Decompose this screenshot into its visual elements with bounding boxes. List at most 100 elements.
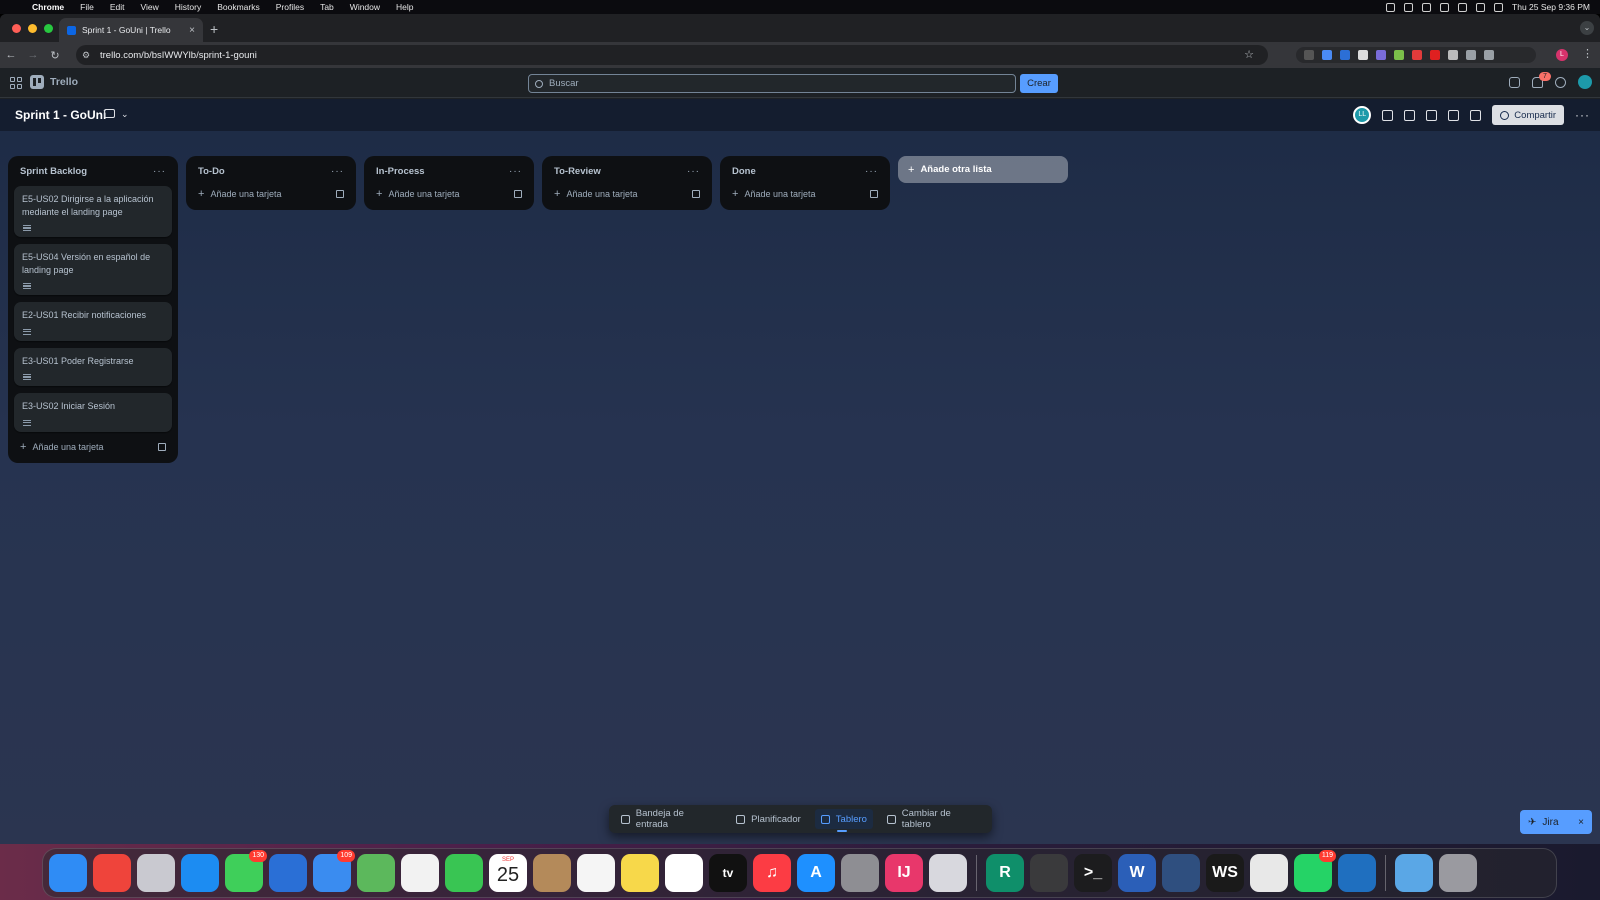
dock-mysql-workbench-icon[interactable] xyxy=(1162,854,1200,892)
dock-calculator-icon[interactable] xyxy=(1030,854,1068,892)
board-tab[interactable]: Tablero xyxy=(814,809,873,832)
dock-anydesk-icon[interactable] xyxy=(93,854,131,892)
visibility-lock-icon[interactable] xyxy=(1470,109,1482,121)
pdf-extension-icon[interactable] xyxy=(1430,50,1440,60)
dock-vscode-icon[interactable] xyxy=(1338,854,1376,892)
status-icon[interactable] xyxy=(1386,2,1396,12)
new-tab-button[interactable]: + xyxy=(210,21,218,37)
list-title[interactable]: To-Do xyxy=(198,166,225,177)
inbox-tab[interactable]: Bandeja de entrada xyxy=(615,808,722,830)
list-title[interactable]: To-Review xyxy=(554,166,601,177)
forward-button[interactable]: → xyxy=(22,49,44,61)
list-menu-icon[interactable]: ··· xyxy=(153,166,166,177)
extension-icon[interactable] xyxy=(1358,50,1368,60)
close-icon[interactable]: × xyxy=(1578,817,1584,828)
card[interactable]: E3-US02 Iniciar Sesión xyxy=(14,393,172,432)
card[interactable]: E2-US01 Recibir notificaciones xyxy=(14,302,172,341)
site-info-icon[interactable]: ⚙ xyxy=(82,50,92,60)
share-button[interactable]: Compartir xyxy=(1492,105,1564,125)
dock-whatsapp-icon[interactable]: 119 xyxy=(1294,850,1336,892)
add-card-button[interactable]: + Añade una tarjeta xyxy=(726,186,884,202)
dock-notes-icon[interactable] xyxy=(621,854,659,892)
maximize-window-button[interactable] xyxy=(44,24,53,33)
dock-mail-icon[interactable]: 109 xyxy=(313,850,355,892)
menu-bookmarks[interactable]: Bookmarks xyxy=(217,2,260,12)
url-text[interactable]: trello.com/b/bsIWWYlb/sprint-1-gouni xyxy=(100,50,257,61)
add-card-button[interactable]: + Añade una tarjeta xyxy=(192,186,350,202)
card[interactable]: E5-US02 Dirigirse a la aplicación median… xyxy=(14,186,172,237)
create-button[interactable]: Crear xyxy=(1020,74,1058,93)
list-title[interactable]: Done xyxy=(732,166,756,177)
dock-app-store-icon[interactable]: A xyxy=(797,854,835,892)
menu-view[interactable]: View xyxy=(140,2,158,12)
menu-help[interactable]: Help xyxy=(396,2,413,12)
app-switcher-icon[interactable] xyxy=(10,77,22,89)
extensions-puzzle-icon[interactable] xyxy=(1484,50,1494,60)
dock-contacts-icon[interactable] xyxy=(533,854,571,892)
tab-search-button[interactable]: ⌄ xyxy=(1580,21,1594,35)
filter-icon[interactable] xyxy=(1426,109,1438,121)
dock-system-settings-icon[interactable] xyxy=(841,854,879,892)
dock-safari-icon[interactable] xyxy=(181,854,219,892)
account-avatar[interactable] xyxy=(1578,75,1592,89)
control-center-icon[interactable] xyxy=(1494,2,1504,12)
dock-photos-icon[interactable] xyxy=(401,854,439,892)
dock-launchpad-icon[interactable] xyxy=(137,854,175,892)
dock-finder-icon[interactable] xyxy=(49,854,87,892)
extension-icon[interactable] xyxy=(1340,50,1350,60)
dock-music-icon[interactable]: ♫ xyxy=(753,854,791,892)
close-tab-icon[interactable]: × xyxy=(189,25,195,36)
automation-icon[interactable] xyxy=(1404,109,1416,121)
dock-xcode-tools-icon[interactable] xyxy=(269,854,307,892)
dock-facetime-icon[interactable] xyxy=(445,854,483,892)
dock-apple-tv-icon[interactable]: tv xyxy=(709,854,747,892)
wifi-icon[interactable] xyxy=(1458,2,1468,12)
dock-calendar-icon[interactable]: SEP 25 xyxy=(489,854,527,892)
dock-downloads-folder-icon[interactable] xyxy=(1395,854,1433,892)
notifications-bell-icon[interactable]: 7 xyxy=(1532,71,1551,88)
list-title[interactable]: In-Process xyxy=(376,166,425,177)
volume-icon[interactable] xyxy=(1440,2,1450,12)
address-bar[interactable]: ⚙ trello.com/b/bsIWWYlb/sprint-1-gouni ☆ xyxy=(76,45,1268,65)
add-card-button[interactable]: + Añade una tarjeta xyxy=(14,439,172,455)
planner-tab[interactable]: Planificador xyxy=(730,809,807,829)
translate-extension-icon[interactable] xyxy=(1322,50,1332,60)
board-title[interactable]: Sprint 1 - GoUni xyxy=(15,108,106,122)
card[interactable]: E3-US01 Poder Registrarse xyxy=(14,347,172,386)
spotlight-icon[interactable] xyxy=(1476,2,1486,12)
add-list-button[interactable]: + Añade otra lista xyxy=(898,156,1068,183)
card-template-icon[interactable] xyxy=(158,442,166,451)
extension-icon[interactable] xyxy=(1412,50,1422,60)
list-menu-icon[interactable]: ··· xyxy=(687,166,700,177)
menu-window[interactable]: Window xyxy=(350,2,380,12)
extension-icon[interactable] xyxy=(1448,50,1458,60)
card-template-icon[interactable] xyxy=(870,190,878,198)
reload-button[interactable]: ↻ xyxy=(44,49,66,62)
menu-profiles[interactable]: Profiles xyxy=(276,2,304,12)
add-card-button[interactable]: + Añade una tarjeta xyxy=(370,186,528,202)
add-card-button[interactable]: + Añade una tarjeta xyxy=(548,186,706,202)
extension-icon[interactable] xyxy=(1376,50,1386,60)
bookmark-star-icon[interactable]: ☆ xyxy=(1244,48,1254,61)
minimize-window-button[interactable] xyxy=(28,24,37,33)
board-view-switcher[interactable]: ⌄ xyxy=(104,109,129,120)
card-template-icon[interactable] xyxy=(692,190,700,198)
dock-chrome-icon[interactable] xyxy=(1250,854,1288,892)
card-template-icon[interactable] xyxy=(336,190,344,198)
menu-history[interactable]: History xyxy=(175,2,201,12)
dock-word-icon[interactable]: W xyxy=(1118,854,1156,892)
power-ups-icon[interactable] xyxy=(1382,109,1394,121)
extension-icon[interactable] xyxy=(1394,50,1404,60)
menu-chrome[interactable]: Chrome xyxy=(32,2,64,12)
star-icon[interactable] xyxy=(1448,109,1460,121)
dock-rider-icon[interactable]: R xyxy=(986,854,1024,892)
back-button[interactable]: ← xyxy=(0,49,22,61)
switch-board-tab[interactable]: Cambiar de tablero xyxy=(881,808,986,830)
extension-icon[interactable] xyxy=(1466,50,1476,60)
close-window-button[interactable] xyxy=(12,24,21,33)
trello-logo[interactable]: Trello xyxy=(30,75,78,89)
card-template-icon[interactable] xyxy=(514,190,522,198)
dock-maps-icon[interactable] xyxy=(357,854,395,892)
dock-messages-icon[interactable]: 130 xyxy=(225,850,267,892)
browser-tab-active[interactable]: Sprint 1 - GoUni | Trello × xyxy=(59,18,203,42)
